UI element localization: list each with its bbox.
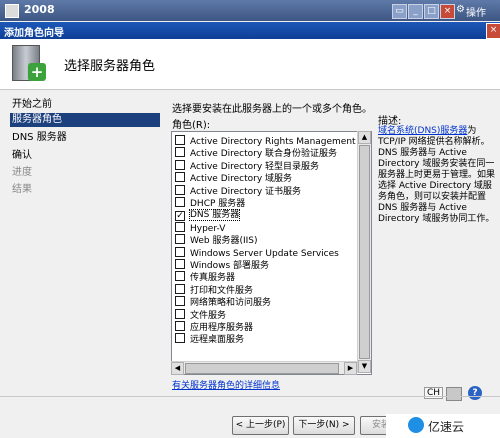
role-item[interactable]: Active Directory 联合身份验证服务 — [175, 147, 337, 159]
nav-item-dns-server[interactable]: DNS 服务器 — [10, 131, 160, 145]
role-checkbox[interactable] — [175, 184, 185, 195]
footer-divider — [0, 396, 500, 397]
role-item[interactable]: 应用程序服务器 — [175, 321, 253, 333]
description-link[interactable]: 域名系统(DNS)服务器 — [378, 126, 467, 136]
host-window-titlebar: 2008 ▭ _ □ × ⚙ 操作 — [0, 0, 500, 21]
role-label: Hyper-V — [190, 223, 226, 234]
roles-list-vertical-scrollbar[interactable]: ▲ ▼ — [357, 131, 371, 373]
minimize-icon[interactable]: _ — [408, 4, 423, 19]
role-checkbox[interactable] — [175, 172, 185, 183]
options-menu[interactable]: 操作 — [466, 4, 486, 19]
role-checkbox[interactable] — [175, 159, 185, 170]
add-icon: + — [28, 63, 46, 81]
wizard-close-icon[interactable]: × — [486, 23, 500, 39]
role-item[interactable]: Web 服务器(IIS) — [175, 234, 258, 246]
gear-icon[interactable]: ⚙ — [456, 4, 465, 15]
wizard-titlebar: 添加角色向导 × — [0, 22, 500, 39]
ime-indicator[interactable]: CH — [424, 387, 444, 399]
role-checkbox[interactable] — [175, 283, 185, 294]
role-label: Active Directory 轻型目录服务 — [190, 161, 320, 172]
role-checkbox[interactable] — [175, 308, 185, 319]
role-checkbox[interactable] — [175, 135, 185, 145]
watermark-logo-icon — [408, 417, 424, 433]
role-checkbox[interactable] — [175, 321, 185, 331]
role-label: Active Directory Rights Management Servi — [190, 137, 372, 147]
nav-item-progress: 进度 — [12, 167, 32, 178]
role-label: Windows 部署服务 — [190, 261, 270, 271]
role-label: 网络策略和访问服务 — [190, 298, 272, 309]
wizard-header: + 选择服务器角色 — [0, 39, 500, 90]
keyboard-icon[interactable] — [446, 387, 462, 401]
role-item[interactable]: Windows 部署服务 — [175, 259, 269, 271]
role-item[interactable]: Windows Server Update Services — [175, 246, 339, 259]
language-bar: CH ? — [420, 384, 500, 404]
watermark: 亿速云 — [386, 414, 500, 438]
role-label: 打印和文件服务 — [190, 285, 254, 296]
role-item[interactable]: Active Directory 域服务 — [175, 172, 292, 184]
role-label: Active Directory 域服务 — [190, 174, 293, 185]
scroll-up-icon[interactable]: ▲ — [358, 131, 371, 144]
instruction-text: 选择要安装在此服务器上的一个或多个角色。 — [172, 104, 372, 115]
nav-item-confirmation[interactable]: 确认 — [10, 149, 160, 163]
role-label: DHCP 服务器 — [190, 199, 246, 209]
help-icon[interactable]: ? — [468, 386, 482, 400]
description-label: 描述: — [378, 116, 402, 127]
role-item[interactable]: ✓ DNS 服务器 — [175, 209, 241, 222]
role-label: 远程桌面服务 — [190, 335, 245, 346]
watermark-text: 亿速云 — [428, 420, 465, 434]
role-item[interactable]: 远程桌面服务 — [175, 333, 244, 345]
role-label: 文件服务 — [190, 310, 227, 321]
wizard-title: 添加角色向导 — [4, 28, 64, 39]
role-label: 应用程序服务器 — [190, 323, 254, 333]
role-checkbox[interactable] — [175, 234, 185, 245]
role-item[interactable]: Active Directory 轻型目录服务 — [175, 159, 320, 172]
roles-list-horizontal-scrollbar[interactable]: ◀ ▶ — [171, 361, 357, 375]
role-item[interactable]: 网络策略和访问服务 — [175, 296, 271, 308]
role-checkbox[interactable] — [175, 259, 185, 269]
role-label: DNS 服务器 — [188, 209, 241, 222]
nav-item-results: 结果 — [12, 184, 32, 195]
role-item[interactable]: Active Directory 证书服务 — [175, 184, 302, 197]
maximize-icon[interactable]: □ — [424, 4, 439, 19]
scroll-thumb[interactable] — [359, 145, 370, 359]
role-label: Active Directory 证书服务 — [190, 186, 302, 197]
role-label: Web 服务器(IIS) — [190, 236, 258, 247]
description-panel: 域名系统(DNS)服务器为 TCP/IP 网络提供名称解析。DNS 服务器与 A… — [378, 126, 498, 225]
role-checkbox[interactable] — [175, 221, 185, 232]
more-info-link[interactable]: 有关服务器角色的详细信息 — [172, 378, 280, 391]
role-checkbox[interactable] — [175, 296, 185, 307]
role-checkbox[interactable] — [175, 271, 185, 282]
scroll-down-icon[interactable]: ▼ — [358, 360, 371, 373]
description-text: 为 TCP/IP 网络提供名称解析。DNS 服务器与 Active Direct… — [378, 126, 496, 224]
host-window-title: 2008 — [24, 3, 55, 16]
hscroll-thumb[interactable] — [185, 363, 339, 374]
nav-item-before-you-begin[interactable]: 开始之前 — [10, 98, 160, 112]
role-label: Windows Server Update Services — [190, 248, 339, 259]
role-item[interactable]: Active Directory Rights Management Servi — [175, 135, 372, 147]
role-checkbox[interactable]: ✓ — [175, 211, 185, 222]
window-icon — [5, 4, 19, 18]
role-item[interactable]: 打印和文件服务 — [175, 283, 254, 296]
role-checkbox[interactable] — [175, 246, 185, 257]
role-item[interactable]: Hyper-V — [175, 221, 226, 234]
roles-label: 角色(R): — [172, 120, 211, 131]
back-button[interactable]: < 上一步(P) — [232, 416, 289, 435]
role-item[interactable]: 传真服务器 — [175, 271, 235, 283]
role-label: Active Directory 联合身份验证服务 — [190, 149, 338, 160]
role-checkbox[interactable] — [175, 197, 185, 207]
restore-icon[interactable]: ▭ — [392, 4, 407, 19]
role-label: 传真服务器 — [190, 273, 236, 284]
next-button[interactable]: 下一步(N) > — [293, 416, 355, 435]
role-item[interactable]: 文件服务 — [175, 308, 227, 321]
page-title: 选择服务器角色 — [64, 59, 156, 74]
nav-item-server-roles[interactable]: 服务器角色 — [10, 113, 160, 127]
roles-list[interactable]: Active Directory Rights Management Servi… — [171, 131, 372, 375]
close-icon[interactable]: × — [440, 4, 455, 19]
role-checkbox[interactable] — [175, 333, 185, 344]
role-item[interactable]: DHCP 服务器 — [175, 197, 245, 209]
scroll-right-icon[interactable]: ▶ — [344, 362, 357, 375]
scroll-left-icon[interactable]: ◀ — [171, 362, 184, 375]
role-checkbox[interactable] — [175, 147, 185, 158]
